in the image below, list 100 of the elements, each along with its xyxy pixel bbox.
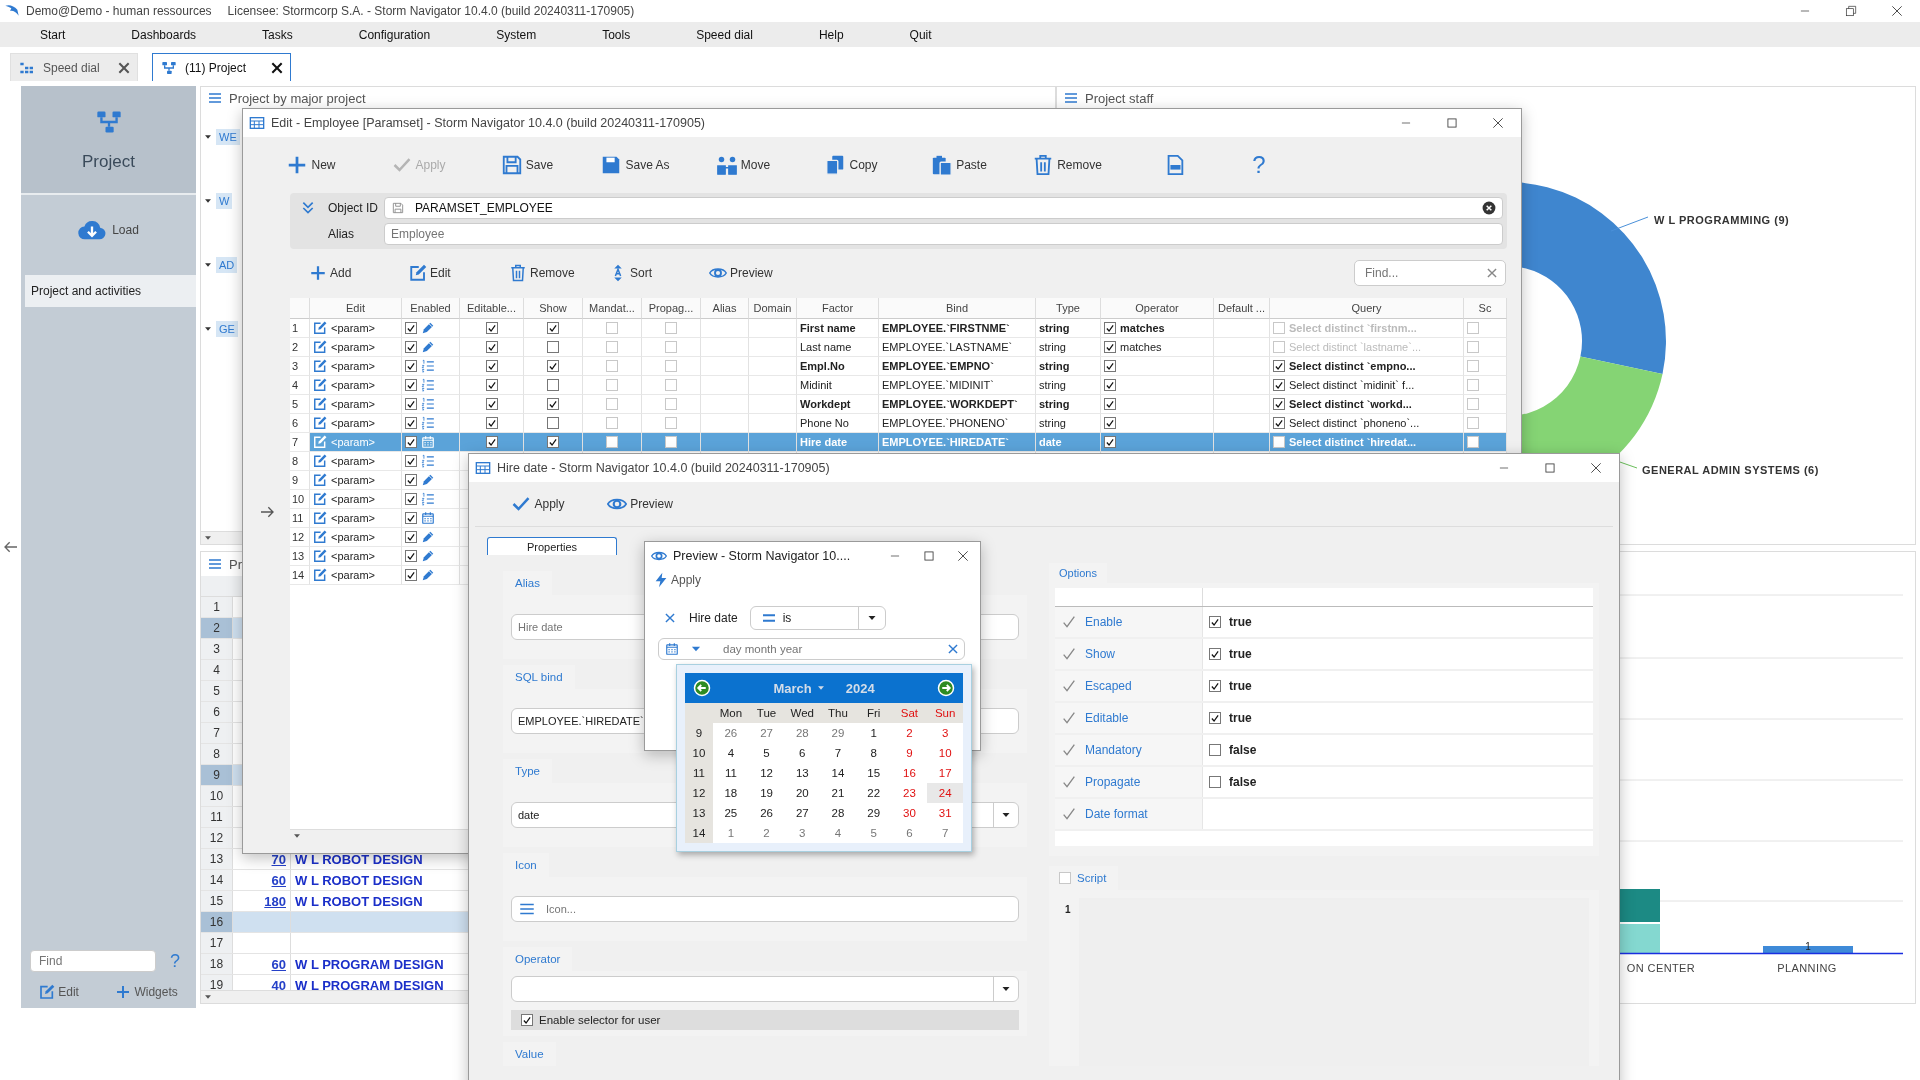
calendar-day[interactable]: 20 xyxy=(784,783,821,803)
calendar-day[interactable]: 2 xyxy=(748,823,785,843)
close-icon[interactable] xyxy=(117,60,131,75)
checkbox[interactable] xyxy=(1273,379,1285,391)
checkbox[interactable] xyxy=(606,360,618,372)
calendar-day[interactable]: 10 xyxy=(927,743,963,763)
calendar-day[interactable]: 5 xyxy=(855,823,892,843)
checkbox[interactable] xyxy=(1467,360,1479,372)
edit-icon[interactable] xyxy=(313,378,327,392)
checkbox[interactable] xyxy=(1467,341,1479,353)
save-button[interactable]: Save xyxy=(473,150,581,180)
move-button[interactable]: Move xyxy=(689,150,797,180)
checkbox[interactable] xyxy=(1104,436,1116,448)
checkbox[interactable] xyxy=(547,322,559,334)
edit-icon[interactable] xyxy=(313,492,327,506)
calendar-day[interactable]: 9 xyxy=(891,743,928,763)
tab[interactable]: Properties xyxy=(487,537,617,555)
column-header[interactable]: Default ... xyxy=(1214,298,1270,319)
checkbox[interactable] xyxy=(606,417,618,429)
checkbox[interactable] xyxy=(405,493,417,505)
calendar-day[interactable]: 23 xyxy=(891,783,928,803)
calendar-day[interactable]: 8 xyxy=(855,743,892,763)
checkbox[interactable] xyxy=(485,341,498,353)
table-row[interactable]: 4 <param> Midinit EMPLOYEE.`MIDINIT` string Select distinct `midinit` f... xyxy=(290,376,1507,395)
column-header[interactable]: Propag... xyxy=(642,298,701,319)
checkbox[interactable] xyxy=(1273,436,1285,448)
calendar-day[interactable]: 3 xyxy=(927,723,963,743)
apply-button[interactable]: Apply xyxy=(645,570,710,590)
calendar-day[interactable]: 18 xyxy=(713,783,749,803)
checkbox[interactable] xyxy=(665,417,677,429)
menu-item[interactable]: Tools xyxy=(598,25,635,44)
checkbox[interactable] xyxy=(665,322,677,334)
tree-item[interactable]: AD xyxy=(216,257,238,273)
double-chevron-icon[interactable] xyxy=(300,200,316,216)
add-button[interactable]: Add xyxy=(299,258,399,288)
menu-item[interactable]: Dashboards xyxy=(127,25,201,44)
calendar-day[interactable]: 6 xyxy=(784,743,821,763)
widgets-button[interactable]: Widgets xyxy=(115,984,178,1000)
calendar-day[interactable]: 26 xyxy=(713,723,749,743)
checkbox[interactable] xyxy=(547,417,559,429)
calendar-day[interactable]: 27 xyxy=(748,723,785,743)
checkbox[interactable] xyxy=(1467,322,1479,334)
calendar-day[interactable]: 19 xyxy=(748,783,785,803)
checkbox[interactable] xyxy=(1273,360,1285,372)
preview-button[interactable]: Preview xyxy=(589,489,691,519)
month-label[interactable]: March xyxy=(773,680,812,696)
calendar-day[interactable]: 15 xyxy=(855,763,892,783)
calendar-day[interactable]: 24 xyxy=(927,783,963,803)
edit-icon[interactable] xyxy=(313,416,327,430)
checkbox[interactable] xyxy=(606,436,618,448)
calendar-day[interactable]: 3 xyxy=(784,823,821,843)
pencil-icon[interactable] xyxy=(421,530,435,544)
column-header[interactable]: Edit xyxy=(310,298,402,319)
checkbox[interactable] xyxy=(1104,341,1116,353)
checkbox[interactable] xyxy=(547,398,559,410)
checkbox[interactable] xyxy=(405,341,417,353)
tree-item[interactable]: GE xyxy=(216,321,238,337)
calendar-day[interactable]: 5 xyxy=(748,743,785,763)
checkbox[interactable] xyxy=(485,436,498,448)
calendar-day[interactable]: 7 xyxy=(927,823,963,843)
calendar-day[interactable]: 12 xyxy=(748,763,785,783)
table-row[interactable]: 2 <param> Last name EMPLOYEE.`LASTNAME` string matches Select distinct `lastname`... xyxy=(290,338,1507,357)
checkbox[interactable] xyxy=(485,322,498,334)
calendar-day[interactable]: 4 xyxy=(820,823,856,843)
apply-button[interactable]: Apply xyxy=(487,489,589,519)
checkbox[interactable] xyxy=(547,436,559,448)
menu-icon[interactable] xyxy=(207,556,223,572)
checkbox[interactable] xyxy=(405,512,417,524)
checkbox[interactable] xyxy=(485,360,498,372)
checkbox[interactable] xyxy=(1104,398,1116,410)
value-link[interactable]: 70 xyxy=(271,851,286,867)
checkbox[interactable] xyxy=(665,341,677,353)
calendar-day[interactable]: 26 xyxy=(748,803,785,823)
menu-item[interactable]: Start xyxy=(36,25,70,44)
column-header[interactable]: Sc xyxy=(1464,298,1507,319)
checkbox[interactable] xyxy=(606,379,618,391)
calendar-day[interactable]: 29 xyxy=(820,723,856,743)
arrow-right-icon[interactable] xyxy=(937,679,955,697)
menu-icon[interactable] xyxy=(1063,90,1079,106)
object-id-field[interactable]: PARAMSET_EMPLOYEE xyxy=(384,197,1503,219)
pencil-icon[interactable] xyxy=(421,340,435,354)
menu-icon[interactable] xyxy=(207,90,223,106)
checkbox[interactable] xyxy=(665,360,677,372)
calendar-day[interactable]: 16 xyxy=(891,763,928,783)
table-row[interactable]: 7 <param> Hire date EMPLOYEE.`HIREDATE` date Select distinct `hiredat... xyxy=(290,433,1507,452)
edit-icon[interactable] xyxy=(313,397,327,411)
checkbox[interactable] xyxy=(1104,322,1116,334)
text-input[interactable]: PARAMSET_EMPLOYEE xyxy=(415,201,1472,215)
alias-field[interactable]: Employee xyxy=(384,223,1503,245)
checkbox[interactable] xyxy=(1104,379,1116,391)
checkbox[interactable] xyxy=(1273,322,1285,334)
checkbox[interactable] xyxy=(665,398,677,410)
calendar-day[interactable]: 28 xyxy=(820,803,856,823)
checkbox[interactable] xyxy=(1209,648,1221,660)
checkbox[interactable] xyxy=(1273,398,1285,410)
pencil-icon[interactable] xyxy=(421,321,435,335)
text-input[interactable]: Icon... xyxy=(546,903,1018,915)
checkbox[interactable] xyxy=(547,360,559,372)
value-link[interactable]: 60 xyxy=(271,956,286,972)
checkbox[interactable] xyxy=(405,322,417,334)
